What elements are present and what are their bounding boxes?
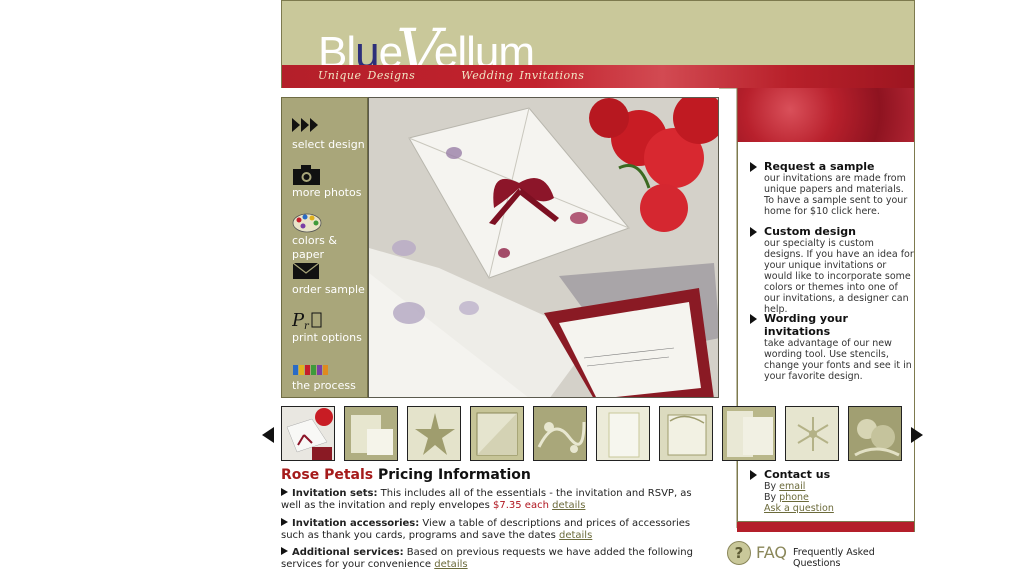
request-sample-link[interactable]: Request a sample [750, 160, 914, 173]
page-container: BlueVellum Unique Designs Wedding Invitat… [262, 0, 923, 585]
phone-link[interactable]: phone [779, 492, 809, 503]
contact-by-label: By [764, 492, 780, 503]
nav-label: more photos [292, 186, 362, 199]
custom-design-block: Custom design our specialty is custom de… [750, 225, 914, 315]
wording-block: Wording your invitations take advantage … [750, 312, 914, 382]
nav-label: colors & paper [292, 234, 337, 261]
custom-design-text: our specialty is custom designs. If you … [764, 238, 914, 315]
print-options-icon: Pr [291, 309, 326, 332]
additional-services-details-link[interactable]: details [434, 559, 467, 570]
nav-label: print options [292, 331, 362, 344]
side-nav: select design more photos colors & paper… [281, 97, 368, 398]
thumbnail-6[interactable] [596, 406, 650, 461]
nav-label: the process [292, 379, 356, 392]
contact-email-line: By email [750, 481, 914, 492]
invitation-sets-label: Invitation sets: [292, 488, 378, 499]
nav-label: select design [292, 138, 365, 151]
nav-colors-paper[interactable]: colors & paper [292, 212, 368, 261]
info-panel-red-footer [737, 522, 915, 532]
thumbnail-4[interactable] [470, 406, 524, 461]
nav-select-design[interactable]: select design [292, 116, 368, 160]
faq-description: Frequently Asked Questions [793, 547, 875, 569]
invitation-sets-price: $7.35 each [492, 500, 549, 511]
pricing-design-name: Rose Petals [281, 467, 374, 483]
tagline-wedding-invitations: Wedding Invitations [461, 69, 585, 82]
custom-design-link[interactable]: Custom design [750, 225, 914, 238]
accessories-label: Invitation accessories: [292, 518, 420, 529]
site-header: BlueVellum Unique Designs Wedding Invitat… [281, 0, 915, 88]
process-icon [292, 357, 328, 379]
thumbnail-next-arrow-icon[interactable] [911, 427, 923, 443]
nav-the-process[interactable]: the process [292, 357, 368, 401]
thumbnail-prev-arrow-icon[interactable] [262, 427, 274, 443]
thumbnail-8[interactable] [722, 406, 776, 461]
thumbnail-7[interactable] [659, 406, 713, 461]
pricing-title-rest: Pricing Information [373, 467, 531, 483]
faq-label: FAQ [756, 543, 787, 562]
bullet-arrow-icon [281, 488, 288, 496]
wording-text: take advantage of our new wording tool. … [764, 338, 912, 382]
contact-title: Contact us [750, 468, 914, 481]
main-product-photo [368, 97, 719, 398]
svg-text:r: r [304, 321, 310, 331]
nav-order-sample[interactable]: order sample [292, 261, 368, 305]
thumbnail-10[interactable] [848, 406, 902, 461]
thumbnail-2[interactable] [344, 406, 398, 461]
nav-print-options[interactable]: Pr print options [291, 309, 368, 353]
nav-more-photos[interactable]: more photos [292, 164, 368, 208]
tagline: Unique Designs Wedding Invitations [318, 69, 584, 82]
thumbnail-9[interactable] [785, 406, 839, 461]
wording-link[interactable]: Wording your invitations [750, 312, 914, 338]
question-mark-icon: ? [727, 541, 751, 565]
contact-by-label: By [764, 481, 780, 492]
additional-services-label: Additional services: [292, 547, 404, 558]
floral-banner-image [737, 88, 915, 142]
additional-services-item: Additional services: Based on previous r… [281, 547, 711, 571]
accessories-details-link[interactable]: details [559, 530, 592, 541]
triple-arrow-icon [292, 116, 326, 138]
request-sample-block: Request a sample our invitations are mad… [750, 160, 914, 217]
invitation-sets-item: Invitation sets: This includes all of th… [281, 488, 711, 512]
palette-icon [292, 212, 326, 234]
faq-link[interactable]: ? FAQ Frequently Asked Questions [727, 541, 915, 569]
email-link[interactable]: email [779, 481, 805, 492]
bullet-arrow-icon [281, 518, 288, 526]
tagline-unique-designs: Unique Designs [318, 69, 416, 82]
thumbnail-1[interactable] [281, 406, 335, 461]
contact-block: Contact us By email By phone Ask a quest… [750, 468, 914, 514]
contact-phone-line: By phone [750, 492, 914, 503]
ask-question-line: Ask a question [750, 503, 914, 514]
request-sample-text: our invitations are made from unique pap… [764, 173, 908, 217]
invitation-sets-details-link[interactable]: details [552, 500, 585, 511]
thumbnail-5[interactable] [533, 406, 587, 461]
thumbnail-3[interactable] [407, 406, 461, 461]
info-panel: Request a sample our invitations are mad… [737, 142, 915, 522]
camera-icon [292, 164, 326, 186]
ask-question-link[interactable]: Ask a question [764, 503, 834, 514]
invitation-accessories-item: Invitation accessories: View a table of … [281, 518, 711, 542]
nav-label: order sample [292, 283, 365, 296]
envelope-icon [292, 261, 326, 283]
bullet-arrow-icon [281, 547, 288, 555]
pricing-title: Rose Petals Pricing Information [281, 467, 531, 483]
